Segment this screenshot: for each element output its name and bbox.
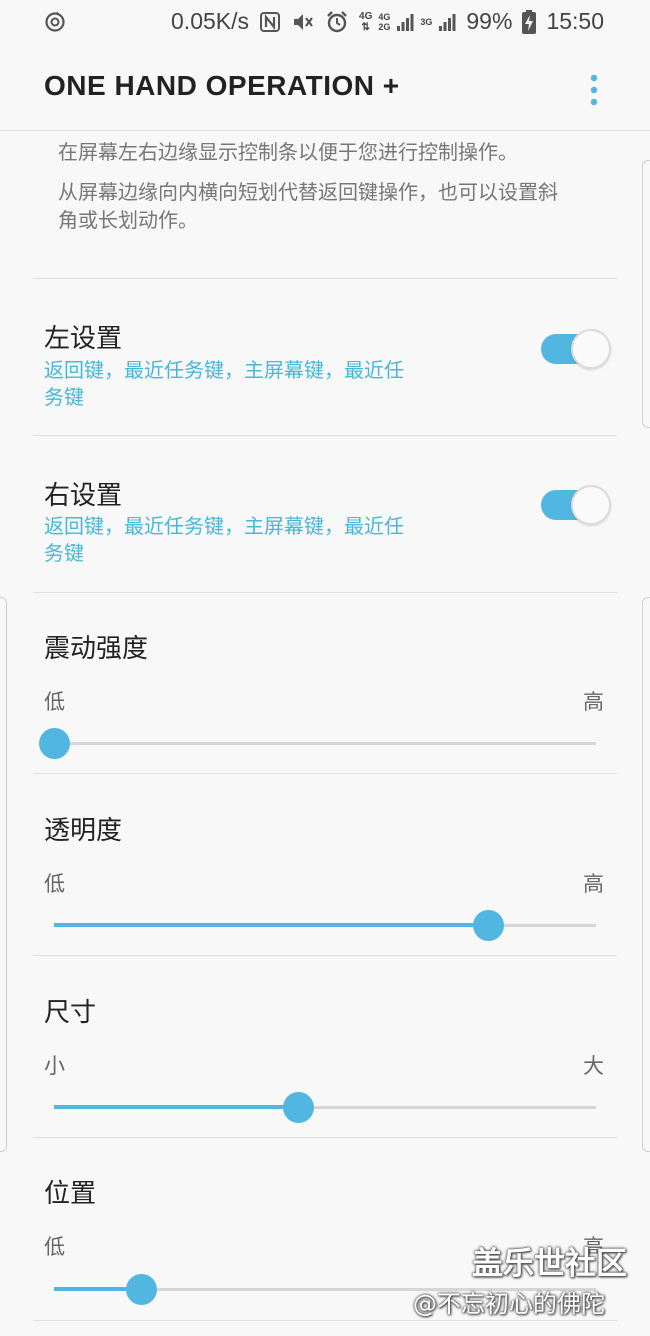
size-title: 尺寸 — [44, 998, 97, 1028]
watermark-author: @不忘初心的佛陀 — [413, 1290, 605, 1318]
net-speed: 0.05K/s — [171, 8, 250, 34]
net-label-2g: 2G — [378, 21, 391, 32]
right-edge-control-bar-2[interactable] — [642, 597, 650, 1152]
more-options-button[interactable] — [574, 70, 614, 110]
vibration-strength-slider[interactable] — [39, 723, 596, 763]
right-settings-summary: 返回键，最近任务键，主屏幕键，最近任务键 — [44, 514, 404, 565]
divider — [33, 773, 617, 774]
slider-thumb[interactable] — [473, 910, 504, 941]
description-line-1: 在屏幕左右边缘显示控制条以便于您进行控制操作。 — [58, 140, 518, 164]
net-label-4g-2: 4G — [378, 11, 391, 22]
left-edge-control-bar[interactable] — [0, 597, 7, 1152]
divider — [33, 955, 617, 956]
vibration-strength-title: 震动强度 — [44, 634, 149, 664]
size-min-label: 小 — [44, 1054, 65, 1078]
description-line-2: 从屏幕边缘向内横向短划代替返回键操作，也可以设置斜角或长划动作。 — [58, 180, 558, 232]
divider — [33, 278, 617, 279]
signal-icon-2 — [439, 13, 456, 31]
position-title: 位置 — [44, 1179, 97, 1209]
app-bar: ONE HAND OPERATION + — [0, 46, 650, 131]
slider-thumb[interactable] — [126, 1274, 157, 1305]
signal-icon — [397, 13, 414, 31]
clock: 15:50 — [546, 8, 604, 34]
alarm-icon — [327, 10, 347, 32]
left-settings-title: 左设置 — [44, 324, 123, 354]
size-slider[interactable] — [54, 1087, 596, 1127]
slider-fill — [54, 923, 488, 927]
battery-percent: 99% — [466, 8, 513, 34]
right-settings-toggle[interactable] — [541, 485, 611, 525]
more-vert-icon — [590, 74, 598, 106]
divider — [33, 592, 617, 593]
size-max-label: 大 — [583, 1054, 604, 1078]
toggle-knob — [571, 329, 611, 369]
mute-icon — [294, 13, 313, 30]
page-title: ONE HAND OPERATION + — [44, 70, 400, 101]
network-indicators: 4G ⇅ 4G 2G 3G — [359, 11, 456, 33]
position-min-label: 低 — [44, 1235, 65, 1259]
vibration-max-label: 高 — [583, 690, 604, 714]
toggle-knob — [571, 485, 611, 525]
left-settings-summary: 返回键，最近任务键，主屏幕键，最近任务键 — [44, 358, 404, 409]
nfc-icon — [260, 11, 281, 32]
slider-fill — [54, 1105, 298, 1109]
transparency-min-label: 低 — [44, 872, 65, 896]
slider-thumb[interactable] — [283, 1092, 314, 1123]
divider — [33, 435, 617, 436]
transparency-max-label: 高 — [583, 872, 604, 896]
right-edge-control-bar[interactable] — [642, 160, 650, 428]
status-bar: 0.05K/s 4G ⇅ 4G 2G 3G 99% 15:50 — [0, 0, 650, 46]
divider — [33, 1320, 617, 1321]
sync-icon — [45, 11, 65, 32]
slider-thumb[interactable] — [39, 728, 70, 759]
net-label-4g: 4G — [359, 10, 373, 22]
transparency-title: 透明度 — [44, 816, 123, 846]
watermark-community: 盖乐世社区 — [472, 1246, 627, 1282]
net-label-3g: 3G — [420, 16, 433, 27]
left-settings-toggle[interactable] — [541, 329, 611, 369]
vibration-min-label: 低 — [44, 690, 65, 714]
divider — [33, 1137, 617, 1138]
right-settings-title: 右设置 — [44, 481, 123, 511]
battery-charging-icon — [522, 9, 537, 34]
transparency-slider[interactable] — [54, 905, 596, 945]
slider-track — [54, 742, 596, 745]
